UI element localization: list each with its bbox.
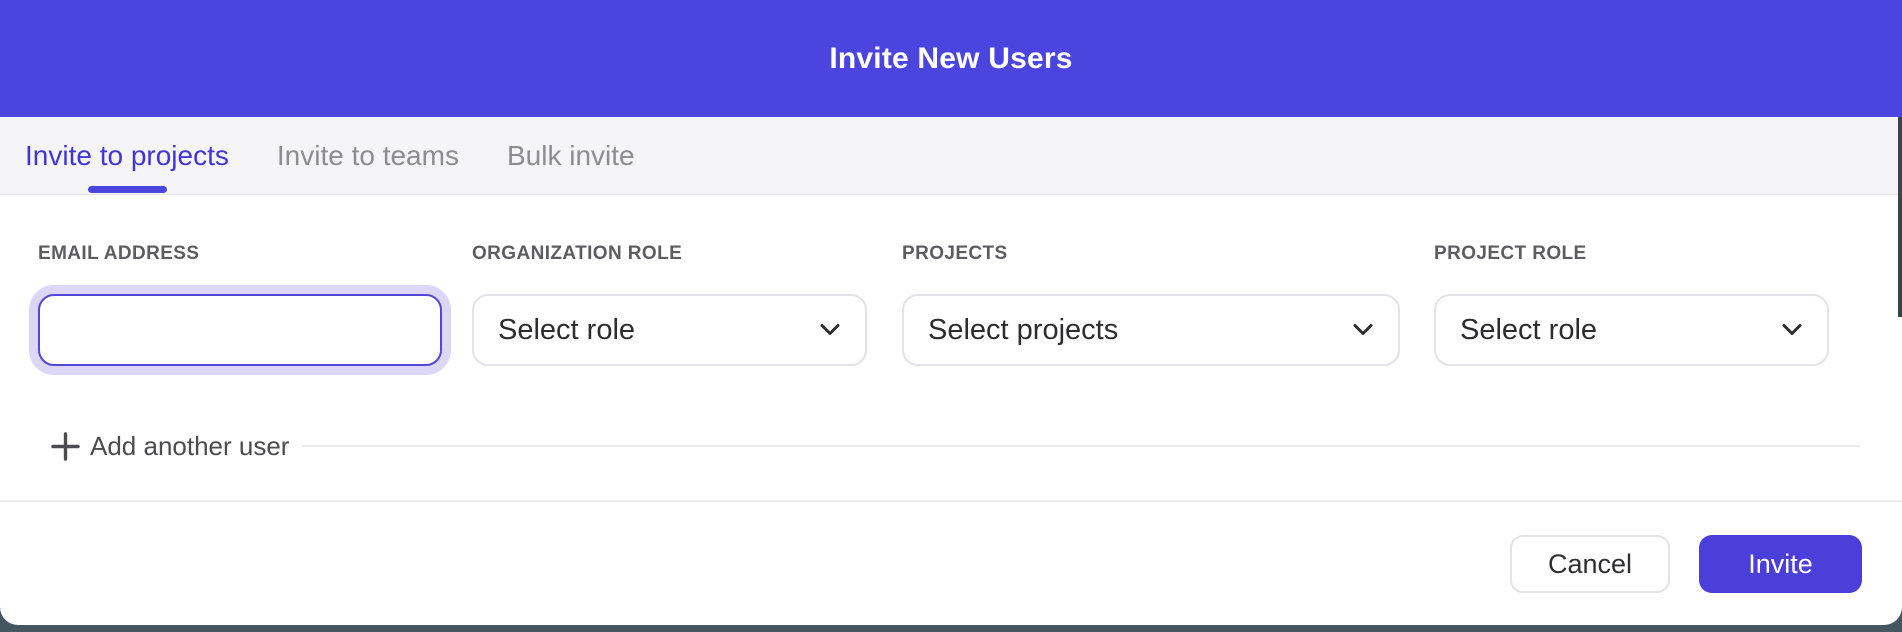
- add-user-divider: [302, 445, 1860, 447]
- dialog-title: Invite New Users: [829, 42, 1072, 76]
- projects-field-group: PROJECTS Select projects: [902, 243, 1400, 366]
- projects-select[interactable]: Select projects: [902, 294, 1400, 366]
- organization-role-label: ORGANIZATION ROLE: [472, 243, 867, 265]
- email-address-field-group: EMAIL ADDRESS: [38, 243, 442, 366]
- dialog-header: Invite New Users: [0, 0, 1902, 117]
- vertical-scrollbar[interactable]: [1898, 117, 1902, 317]
- chevron-down-icon: [1781, 323, 1803, 337]
- tab-bulk-invite[interactable]: Bulk invite: [507, 140, 635, 172]
- email-address-label: EMAIL ADDRESS: [38, 243, 442, 265]
- organization-role-select[interactable]: Select role: [472, 294, 867, 366]
- page-background: Invite New Users Invite to projects Invi…: [0, 0, 1902, 632]
- cancel-button[interactable]: Cancel: [1510, 535, 1670, 593]
- tab-bar: Invite to projects Invite to teams Bulk …: [0, 117, 1902, 195]
- organization-role-field-group: ORGANIZATION ROLE Select role: [472, 243, 867, 366]
- invite-button[interactable]: Invite: [1699, 535, 1862, 593]
- chevron-down-icon: [819, 323, 841, 337]
- project-role-selected-value: Select role: [1460, 314, 1597, 347]
- invite-new-users-dialog: Invite New Users Invite to projects Invi…: [0, 0, 1902, 625]
- chevron-down-icon: [1352, 323, 1374, 337]
- project-role-select[interactable]: Select role: [1434, 294, 1829, 366]
- plus-icon: [50, 431, 81, 462]
- invite-form-row: EMAIL ADDRESS ORGANIZATION ROLE Select r…: [38, 243, 1829, 366]
- organization-role-selected-value: Select role: [498, 314, 635, 347]
- tab-invite-to-teams[interactable]: Invite to teams: [277, 140, 459, 172]
- email-address-input[interactable]: [38, 294, 442, 366]
- active-tab-indicator: [88, 186, 167, 193]
- project-role-label: PROJECT ROLE: [1434, 243, 1829, 265]
- add-another-user-label: Add another user: [90, 431, 289, 462]
- project-role-field-group: PROJECT ROLE Select role: [1434, 243, 1829, 366]
- projects-label: PROJECTS: [902, 243, 1400, 265]
- projects-selected-value: Select projects: [928, 314, 1118, 347]
- add-another-user-button[interactable]: Add another user: [50, 428, 289, 464]
- footer-separator: [0, 500, 1902, 502]
- tab-invite-to-projects[interactable]: Invite to projects: [25, 140, 229, 172]
